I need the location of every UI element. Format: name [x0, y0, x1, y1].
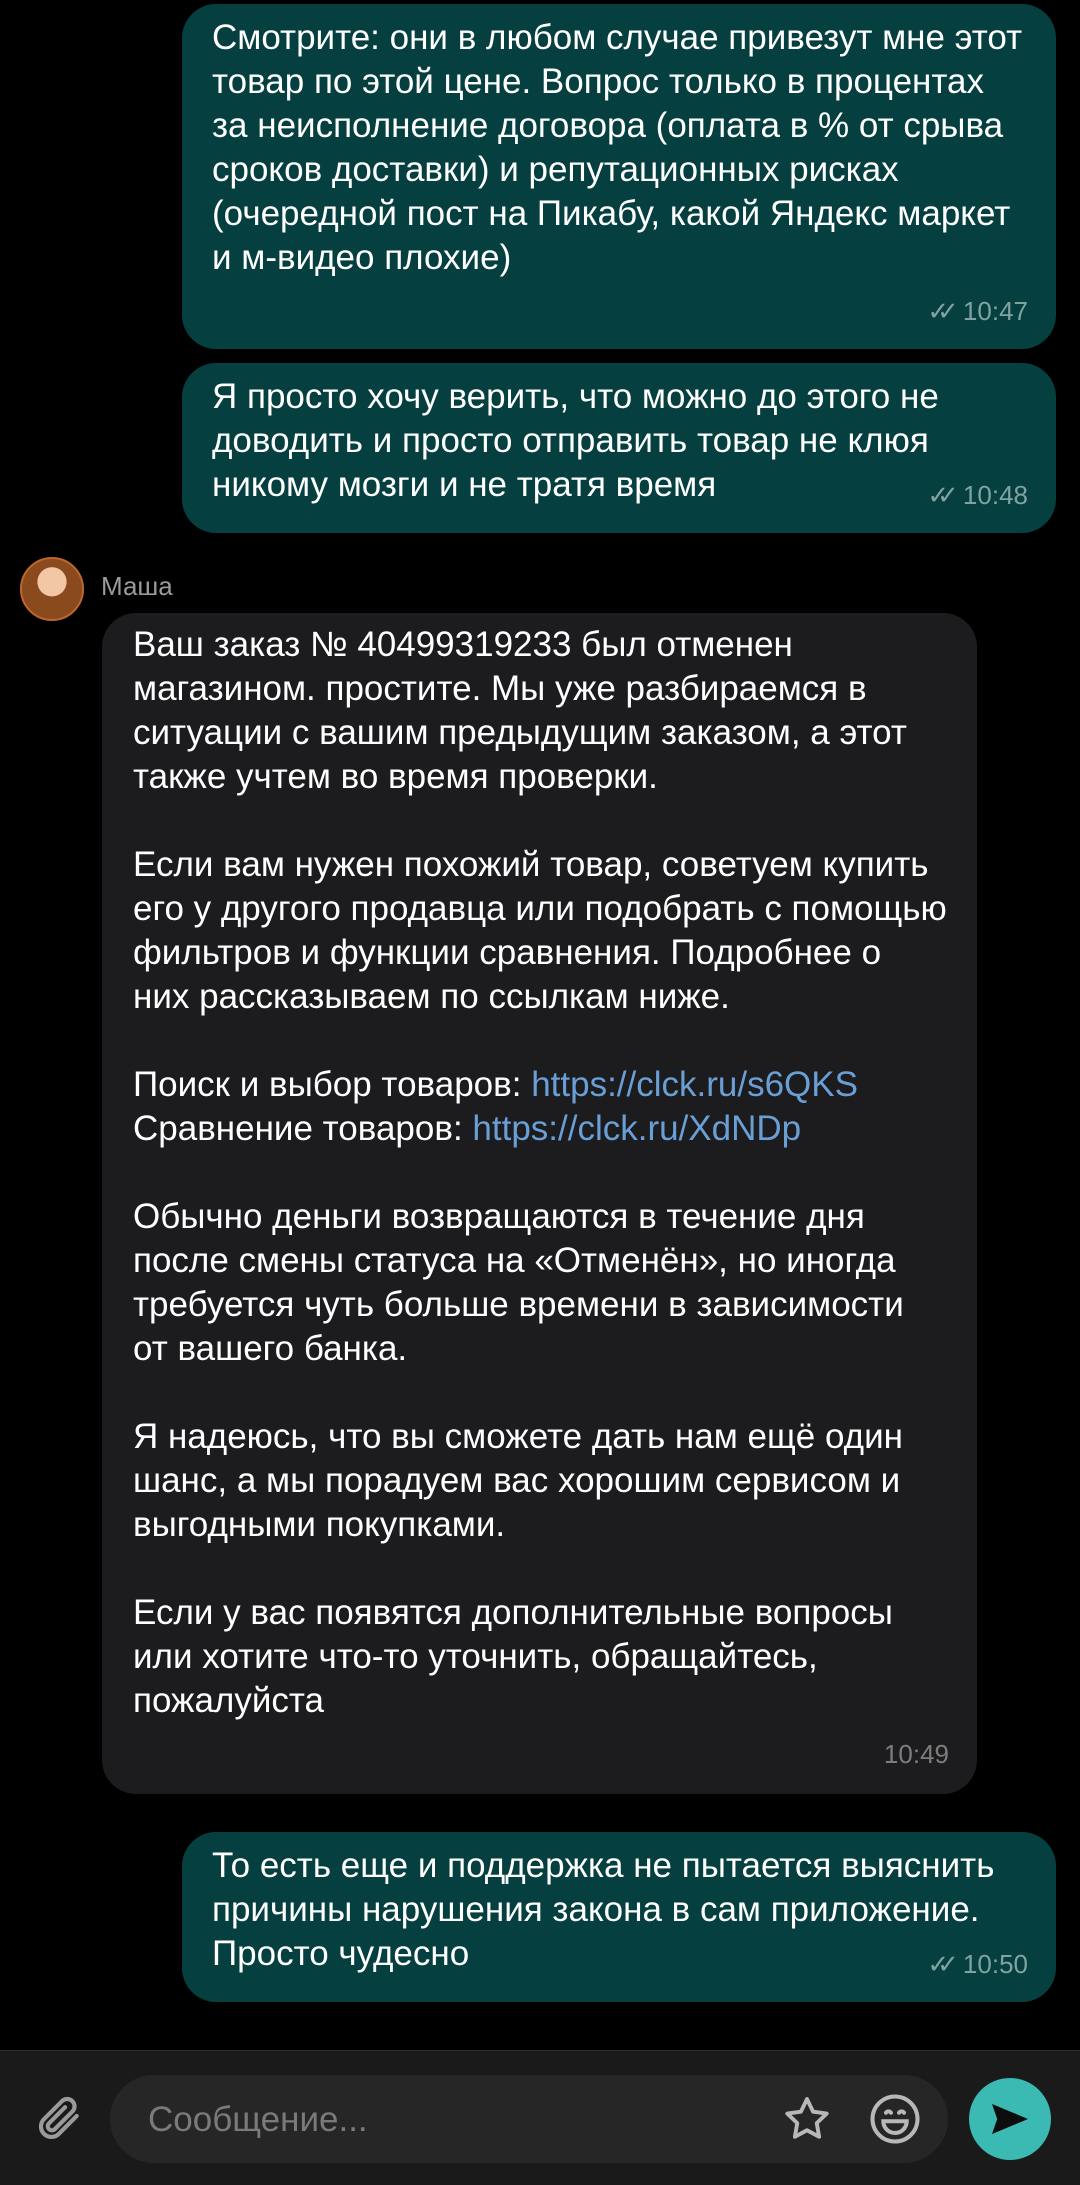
message-time: 10:48	[962, 480, 1028, 510]
message-text: Я просто хочу верить, что можно до этого…	[212, 377, 949, 504]
avatar[interactable]	[20, 557, 84, 621]
emoji-button[interactable]	[866, 2090, 924, 2148]
message-text: То есть еще и поддержка не пытается выяс…	[212, 1846, 1005, 1973]
message-paragraph: Если у вас появятся дополнительные вопро…	[133, 1593, 893, 1720]
message-paragraph: Я надеюсь, что вы сможете дать нам ещё о…	[133, 1417, 903, 1544]
message-meta: ✓✓ 10:47	[927, 296, 1028, 327]
message-time: 10:50	[962, 1949, 1028, 1979]
attach-button[interactable]	[30, 2089, 86, 2145]
outgoing-message[interactable]: Я просто хочу верить, что можно до этого…	[182, 363, 1056, 533]
sender-name: Маша	[101, 571, 173, 601]
emoji-icon	[870, 2094, 920, 2144]
message-composer	[0, 2050, 1080, 2185]
search-link-label: Поиск и выбор товаров:	[133, 1065, 532, 1104]
message-input-box[interactable]	[110, 2075, 948, 2165]
outgoing-message[interactable]: То есть еще и поддержка не пытается выяс…	[182, 1832, 1056, 2002]
send-button[interactable]	[969, 2078, 1051, 2160]
message-paragraph: Если вам нужен похожий товар, советуем к…	[133, 845, 947, 1016]
message-links: Поиск и выбор товаров: https://clck.ru/s…	[133, 1063, 947, 1151]
message-meta: ✓✓ 10:50	[927, 1949, 1028, 1980]
star-icon	[785, 2097, 829, 2139]
favorites-button[interactable]	[780, 2092, 834, 2146]
search-link[interactable]: https://clck.ru/s6QKS	[531, 1065, 858, 1104]
message-time: 10:49	[883, 1739, 949, 1769]
message-meta: ✓✓ 10:48	[927, 480, 1028, 511]
message-input[interactable]	[146, 2075, 750, 2165]
compare-link[interactable]: https://clck.ru/XdNDp	[472, 1109, 801, 1148]
read-checkmarks-icon: ✓✓	[927, 1949, 958, 1979]
incoming-message[interactable]: Ваш заказ № 40499319233 был отменен мага…	[102, 613, 977, 1794]
message-time: 10:47	[962, 296, 1028, 326]
message-text: Смотрите: они в любом случае привезут мн…	[212, 18, 1032, 277]
message-paragraph: Ваш заказ № 40499319233 был отменен мага…	[133, 625, 907, 796]
paperclip-icon	[38, 2096, 79, 2139]
read-checkmarks-icon: ✓✓	[927, 480, 958, 510]
message-paragraph: Обычно деньги возвращаются в течение дня…	[133, 1197, 904, 1368]
read-checkmarks-icon: ✓✓	[927, 296, 958, 326]
chat-history[interactable]: Смотрите: они в любом случае привезут мн…	[0, 0, 1080, 2050]
send-icon	[992, 2104, 1028, 2134]
outgoing-message[interactable]: Смотрите: они в любом случае привезут мн…	[182, 4, 1056, 349]
compare-link-label: Сравнение товаров:	[133, 1109, 473, 1148]
